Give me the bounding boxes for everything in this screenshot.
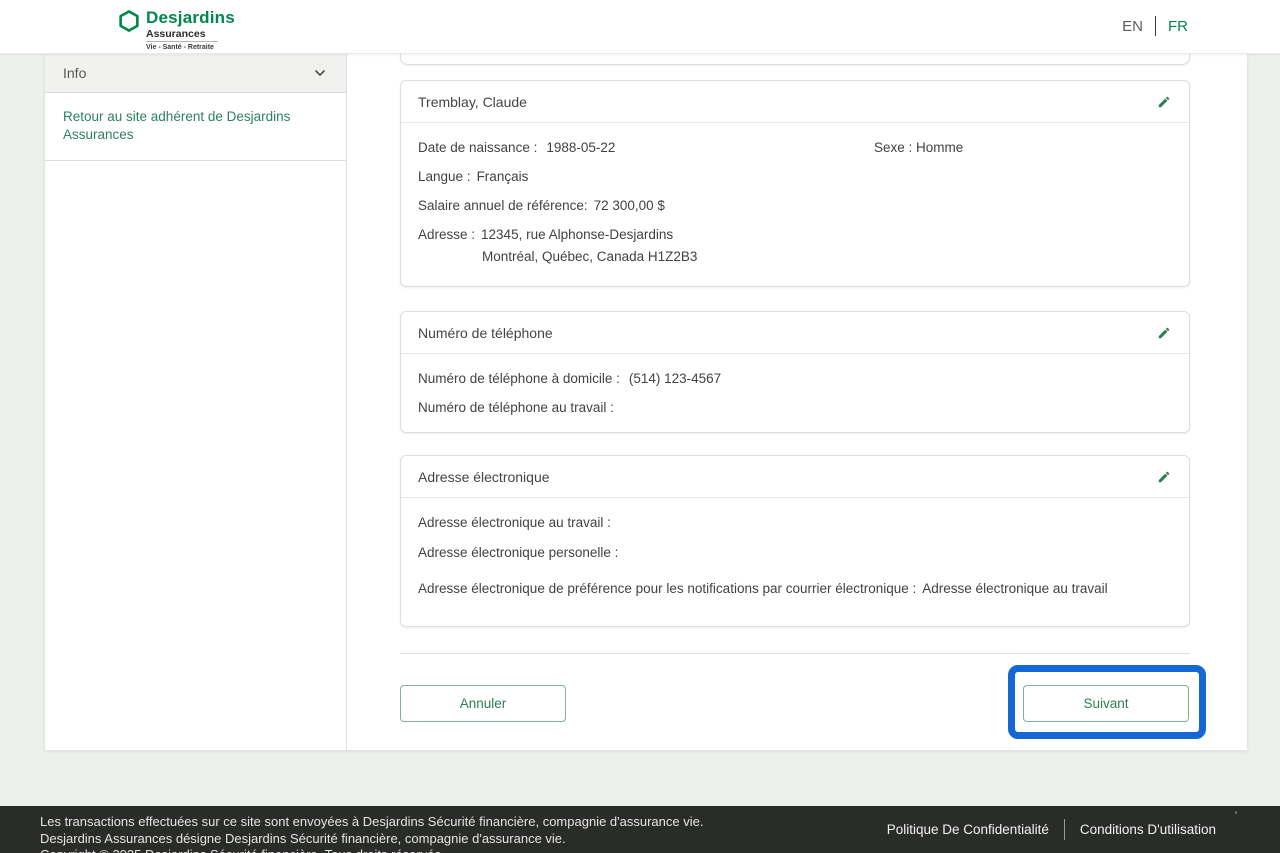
footer-links: Politique De Confidentialité Conditions … [887, 819, 1216, 840]
phone-card: Numéro de téléphone Numéro de téléphone … [400, 311, 1190, 433]
footer-legal-text: Les transactions effectuées sur ce site … [40, 814, 703, 853]
person-card-header: Tremblay, Claude [401, 81, 1189, 123]
lang-divider [1155, 16, 1156, 36]
chevron-down-icon [312, 65, 328, 81]
cancel-button[interactable]: Annuler [400, 685, 566, 722]
footer-line-3: Copyright © 2025 Desjardins Sécurité fin… [40, 847, 703, 853]
phone-card-body: Numéro de téléphone à domicile : (514) 12… [401, 354, 1189, 431]
content-panel: Info Retour au site adhérent de Desjardi… [45, 54, 1247, 750]
birth-label: Date de naissance : [418, 140, 537, 155]
brand-subtitle: Assurances [146, 28, 218, 40]
phone-home-row: Numéro de téléphone à domicile : (514) 12… [418, 371, 1172, 387]
salary-value: 72 300,00 $ [594, 198, 665, 213]
address-label: Adresse : [418, 227, 475, 242]
email-personal-row: Adresse électronique personelle : [418, 545, 1172, 561]
phone-card-title: Numéro de téléphone [418, 325, 553, 341]
back-link-row: Retour au site adhérent de Desjardins As… [45, 93, 346, 161]
phone-home-value: (514) 123-4567 [629, 371, 721, 386]
footer-line-2: Desjardins Assurances désigne Desjardins… [40, 831, 703, 848]
actions-divider [400, 653, 1190, 654]
email-card-title: Adresse électronique [418, 469, 550, 485]
email-work-label: Adresse électronique au travail : [418, 515, 611, 530]
footer-links-divider [1064, 819, 1065, 840]
pencil-icon [1157, 470, 1171, 484]
page: Desjardins Assurances Vie - Santé - Retr… [0, 0, 1280, 853]
next-button[interactable]: Suivant [1023, 685, 1189, 722]
privacy-policy-link[interactable]: Politique De Confidentialité [887, 822, 1049, 837]
lang-fr-button[interactable]: FR [1168, 18, 1188, 35]
lang-en-button[interactable]: EN [1122, 18, 1143, 35]
brand-name: Desjardins [146, 8, 235, 28]
address-line1: 12345, rue Alphonse-Desjardins [481, 227, 673, 242]
phone-card-header: Numéro de téléphone [401, 312, 1189, 354]
language-label: Langue : [418, 169, 471, 184]
phone-work-row: Numéro de téléphone au travail : [418, 400, 1172, 416]
brand-subtitle-wrap: Assurances [146, 28, 218, 42]
footer-line-1: Les transactions effectuées sur ce site … [40, 814, 703, 831]
stray-mark: ' [1235, 810, 1237, 822]
main-content: Tremblay, Claude Date de naissance : 1988… [348, 54, 1247, 750]
address-line2: Montréal, Québec, Canada H1Z2B3 [418, 249, 1172, 265]
email-preference-value: Adresse électronique au travail [922, 581, 1107, 596]
language-row: Langue : Français [418, 169, 1172, 185]
email-card-body: Adresse électronique au travail : Adress… [401, 498, 1189, 612]
phone-work-label: Numéro de téléphone au travail : [418, 400, 614, 415]
footer: Les transactions effectuées sur ce site … [0, 806, 1280, 853]
birth-value: 1988-05-22 [546, 140, 615, 155]
sidebar-item-info[interactable]: Info [45, 54, 346, 93]
sex-row: Sexe : Homme [874, 140, 963, 156]
person-card-title: Tremblay, Claude [418, 94, 527, 110]
brand-tagline: Vie - Santé - Retraite [146, 43, 235, 52]
terms-of-use-link[interactable]: Conditions D'utilisation [1080, 822, 1216, 837]
desjardins-hexagon-icon [118, 10, 140, 32]
pencil-icon [1157, 95, 1171, 109]
salary-label: Salaire annuel de référence: [418, 198, 588, 213]
language-value: Français [477, 169, 529, 184]
desjardins-logo: Desjardins Assurances Vie - Santé - Retr… [118, 8, 235, 52]
email-work-row: Adresse électronique au travail : [418, 515, 1172, 531]
language-switcher: EN FR [1122, 16, 1188, 36]
back-to-member-site-link[interactable]: Retour au site adhérent de Desjardins As… [63, 108, 328, 143]
edit-phone-button[interactable] [1153, 322, 1175, 344]
email-personal-label: Adresse électronique personelle : [418, 545, 618, 560]
email-preference-label: Adresse électronique de préférence pour … [418, 581, 916, 596]
edit-person-button[interactable] [1153, 91, 1175, 113]
pencil-icon [1157, 326, 1171, 340]
person-card-body: Date de naissance : 1988-05-22 Sexe : Hom… [401, 123, 1189, 280]
email-card: Adresse électronique Adresse électroniqu… [400, 455, 1190, 627]
birth-row: Date de naissance : 1988-05-22 Sexe : Hom… [418, 140, 1172, 156]
email-preference-row: Adresse électronique de préférence pour … [418, 581, 1172, 597]
sex-value: Homme [916, 140, 963, 155]
edit-email-button[interactable] [1153, 466, 1175, 488]
sidebar: Info Retour au site adhérent de Desjardi… [45, 54, 347, 750]
info-label: Info [63, 65, 86, 81]
salary-row: Salaire annuel de référence: 72 300,00 $ [418, 198, 1172, 214]
address-row: Adresse :12345, rue Alphonse-Desjardins … [418, 227, 1172, 265]
phone-home-label: Numéro de téléphone à domicile : [418, 371, 620, 386]
person-info-card: Tremblay, Claude Date de naissance : 1988… [400, 80, 1190, 287]
top-header: Desjardins Assurances Vie - Santé - Retr… [0, 0, 1280, 54]
sex-label: Sexe : [874, 140, 912, 155]
logo-text: Desjardins Assurances Vie - Santé - Retr… [146, 8, 235, 52]
email-card-header: Adresse électronique [401, 456, 1189, 498]
